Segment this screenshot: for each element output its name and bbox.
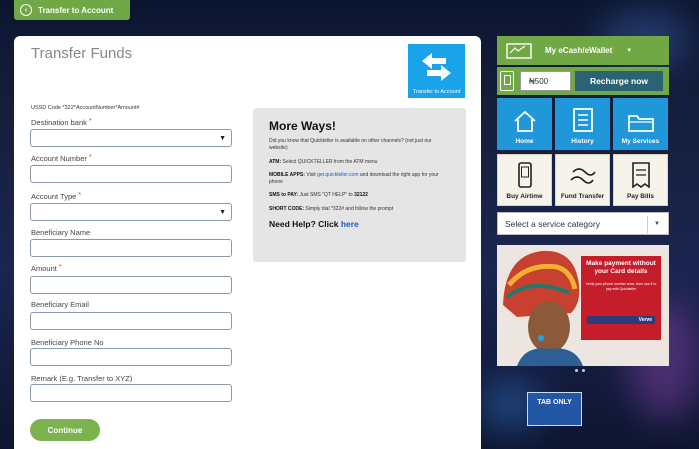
back-tab[interactable]: ‹ Transfer to Account	[14, 0, 130, 20]
back-tab-label: Transfer to Account	[38, 5, 114, 15]
back-arrow-icon: ‹	[20, 4, 32, 16]
phone-icon	[500, 71, 514, 91]
bill-icon	[631, 162, 650, 188]
transfer-arrows-icon	[422, 53, 451, 81]
banner-card: Make payment without your Card details V…	[581, 256, 661, 340]
carousel-dot[interactable]	[582, 369, 585, 372]
continue-button[interactable]: Continue	[30, 419, 100, 441]
beneficiary-email-label: Beneficiary Email	[31, 300, 89, 309]
tile-pay-bills[interactable]: Pay Bills	[613, 154, 668, 206]
chevron-down-icon: ▼	[626, 47, 633, 54]
service-category-select[interactable]: Select a service category ▼	[497, 212, 669, 235]
amount-input[interactable]	[30, 276, 232, 294]
recharge-amount-input[interactable]: ₦500	[520, 71, 571, 91]
home-icon	[513, 110, 536, 132]
remark-input[interactable]	[30, 384, 232, 402]
service-select-placeholder: Select a service category	[505, 218, 600, 229]
transfer-logo: Transfer to Account	[408, 44, 465, 98]
amount-label: Amount *	[31, 264, 62, 273]
chevron-down-icon: ▼	[654, 220, 660, 227]
more-ways-box: More Ways! Did you know that Quickteller…	[253, 108, 466, 262]
tile-label: Home	[515, 138, 534, 145]
tile-label: My Services	[621, 138, 660, 145]
help-line: Need Help? Click here	[269, 218, 359, 229]
tile-label: Fund Transfer	[560, 193, 605, 200]
quickteller-app-link[interactable]: get.quickteller.com	[317, 172, 358, 178]
wallet-card-icon	[506, 42, 532, 59]
account-type-label: Account Type *	[31, 192, 82, 201]
beneficiary-name-label: Beneficiary Name	[31, 228, 91, 237]
tile-label: Pay Bills	[626, 193, 655, 200]
tile-my-services[interactable]: My Services	[613, 98, 668, 150]
verve-brand: Verve	[587, 316, 655, 324]
wallet-header[interactable]: My eCash/eWallet ▼	[497, 36, 669, 65]
destination-bank-label: Destination bank *	[31, 118, 92, 127]
tile-home[interactable]: Home	[497, 98, 552, 150]
tile-buy-airtime[interactable]: Buy Airtime	[497, 154, 552, 206]
atm-line: ATM: Select QUICKTELLER from the ATM men…	[269, 158, 378, 165]
select-caret-icon: ▼	[219, 135, 226, 142]
beneficiary-name-input[interactable]	[30, 239, 232, 257]
promo-banner[interactable]: Make payment without your Card details V…	[497, 245, 669, 366]
recharge-row: ₦500 Recharge now	[497, 67, 669, 95]
short-code-line: SHORT CODE: Simply dial *322# and follow…	[269, 205, 394, 212]
tile-fund-transfer[interactable]: Fund Transfer	[555, 154, 610, 206]
beneficiary-phone-label: Beneficiary Phone No	[31, 338, 104, 347]
page-title: Transfer Funds	[31, 45, 133, 62]
destination-bank-select[interactable]: ▼	[30, 129, 232, 147]
banner-headline: Make payment without your Card details	[586, 260, 656, 276]
transfer-icon	[569, 168, 596, 184]
remark-label: Remark (E.g. Transfer to XYZ)	[31, 374, 133, 383]
transfer-panel: Transfer Funds Transfer to Account USSD …	[14, 36, 481, 449]
recharge-button[interactable]: Recharge now	[575, 71, 663, 91]
road-sign: TAB ONLY	[527, 392, 582, 426]
help-link[interactable]: here	[341, 219, 359, 229]
beneficiary-email-input[interactable]	[30, 312, 232, 330]
account-number-input[interactable]	[30, 165, 232, 183]
account-number-label: Account Number *	[31, 154, 92, 163]
beneficiary-phone-input[interactable]	[30, 348, 232, 366]
mobile-apps-line: MOBILE APPS: Visit get.quickteller.com a…	[269, 171, 439, 185]
phone-icon	[517, 162, 532, 188]
banner-subtext: Verify your phone number once, then use …	[585, 282, 657, 291]
wallet-title: My eCash/eWallet	[545, 46, 613, 55]
tile-label: History	[571, 138, 594, 145]
more-ways-intro: Did you know that Quickteller is availab…	[269, 138, 432, 152]
carousel-dots[interactable]	[575, 369, 585, 372]
sms-line: SMS to PAY: Just SMS "QT HELP" to 32122	[269, 192, 368, 199]
folder-icon	[627, 115, 654, 132]
carousel-dot[interactable]	[575, 369, 578, 372]
logo-label: Transfer to Account	[412, 89, 461, 95]
tile-history[interactable]: History	[555, 98, 610, 150]
account-type-select[interactable]: ▼	[30, 203, 232, 221]
history-icon	[572, 108, 593, 132]
tile-label: Buy Airtime	[506, 193, 543, 200]
more-ways-title: More Ways!	[269, 119, 336, 133]
select-separator	[647, 216, 648, 233]
ussd-code: USSD Code *322*AccountNumber*Amount#	[31, 105, 140, 111]
select-caret-icon: ▼	[219, 209, 226, 216]
